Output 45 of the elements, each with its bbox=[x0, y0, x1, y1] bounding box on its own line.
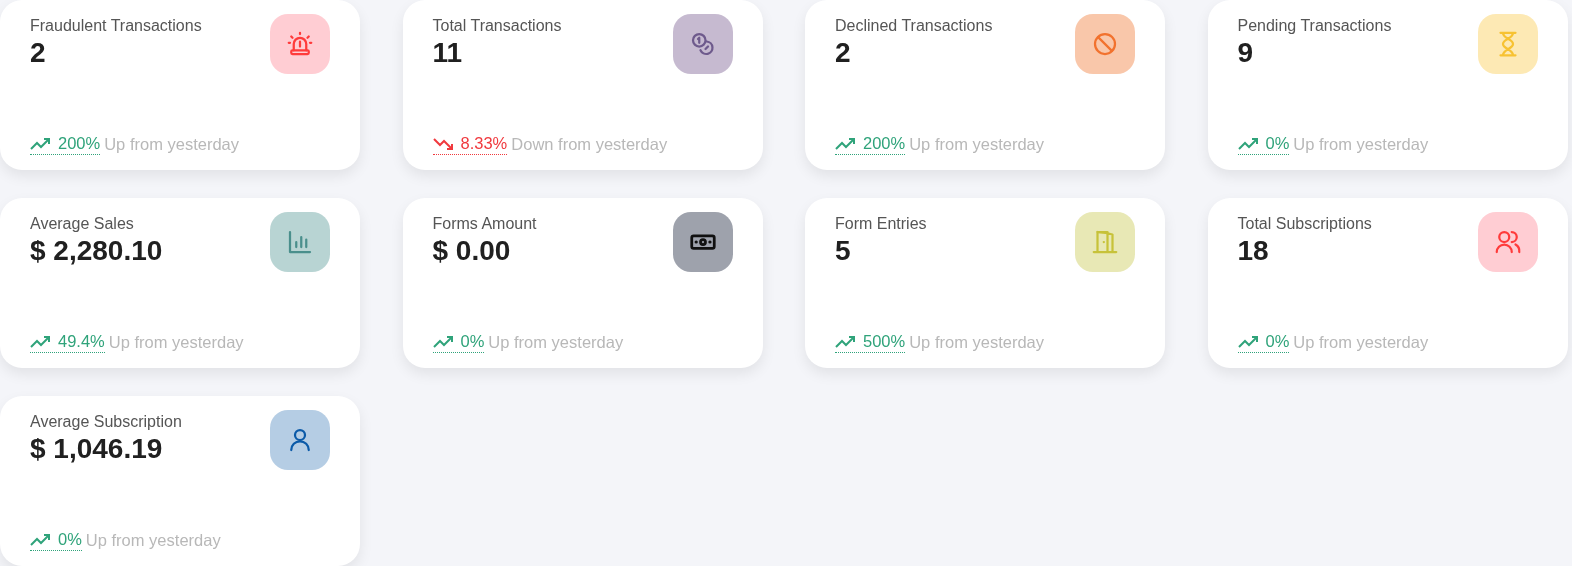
card-title: Total Subscriptions bbox=[1237, 215, 1372, 233]
trend-percent: 200% bbox=[835, 134, 906, 155]
card-value: 5 bbox=[835, 235, 852, 267]
trend-up-icon bbox=[1237, 334, 1260, 349]
card-title: Fraudulent Transactions bbox=[30, 17, 202, 35]
trend-text: Down from yesterday bbox=[511, 135, 668, 154]
trend-percent: 200% bbox=[30, 134, 101, 155]
trend-text: Up from yesterday bbox=[909, 135, 1044, 154]
card-value: 11 bbox=[432, 37, 464, 69]
card-value: $ 0.00 bbox=[432, 235, 512, 267]
card-title: Forms Amount bbox=[432, 215, 537, 233]
card-value: 2 bbox=[30, 37, 47, 69]
card-title: Form Entries bbox=[835, 215, 927, 233]
trend-text: Up from yesterday bbox=[85, 531, 221, 550]
trend-percent: 0% bbox=[432, 332, 485, 353]
trend-up-icon bbox=[30, 334, 52, 349]
card-value: 2 bbox=[835, 37, 852, 69]
trend-percent: 0% bbox=[1237, 332, 1290, 353]
trend-text: Up from yesterday bbox=[909, 333, 1044, 352]
card-title: Declined Transactions bbox=[835, 17, 993, 35]
card-title: Average Sales bbox=[30, 215, 135, 233]
trend-up-icon bbox=[30, 532, 52, 547]
trend-percent: 8.33% bbox=[432, 134, 508, 155]
card-title: Total Transactions bbox=[432, 17, 562, 35]
card-value: $ 1,046.19 bbox=[30, 433, 164, 465]
trend-text: Up from yesterday bbox=[104, 135, 239, 154]
card-title: Average Subscription bbox=[30, 413, 182, 431]
card-value: 18 bbox=[1237, 235, 1270, 267]
trend-text: Up from yesterday bbox=[488, 333, 624, 352]
trend-down-icon bbox=[432, 136, 455, 151]
trend-up-icon bbox=[30, 136, 52, 151]
trend-up-icon bbox=[432, 334, 455, 349]
trend-percent: 500% bbox=[835, 332, 906, 353]
trend-up-icon bbox=[835, 136, 857, 151]
trend-percent: 0% bbox=[1237, 134, 1290, 155]
trend-percent: 0% bbox=[30, 530, 82, 551]
trend-up-icon bbox=[1237, 136, 1260, 151]
trend-text: Up from yesterday bbox=[1293, 135, 1429, 154]
card-title: Pending Transactions bbox=[1237, 17, 1392, 35]
trend-percent: 49.4% bbox=[30, 332, 105, 353]
card-value: 9 bbox=[1237, 37, 1255, 69]
trend-text: Up from yesterday bbox=[1293, 333, 1429, 352]
trend-text: Up from yesterday bbox=[108, 333, 244, 352]
card-value: $ 2,280.10 bbox=[30, 235, 163, 267]
trend-up-icon bbox=[835, 334, 857, 349]
